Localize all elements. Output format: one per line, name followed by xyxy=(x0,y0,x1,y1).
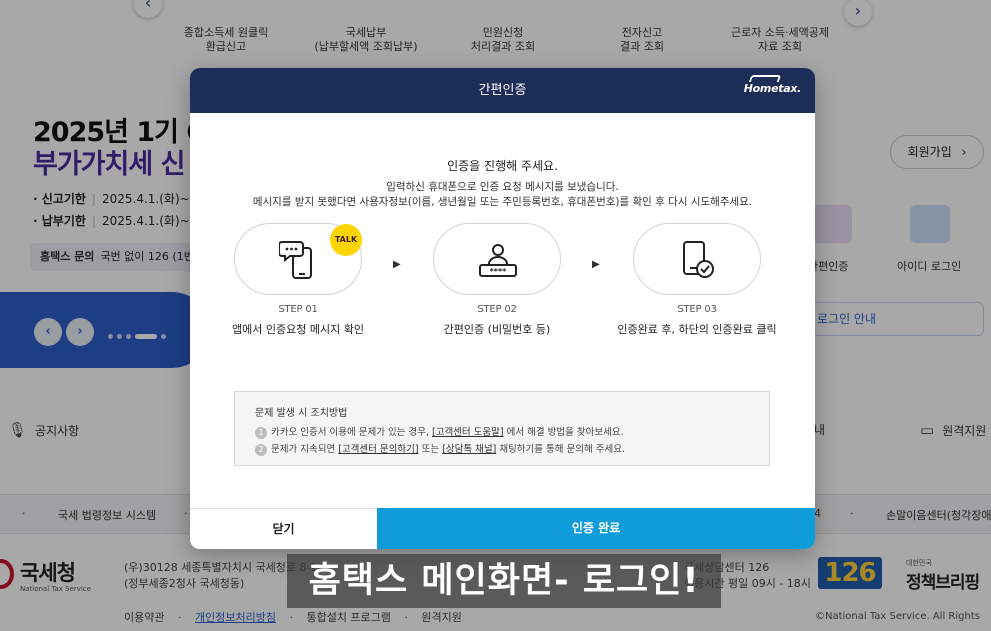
step3-description: 인증완료 후, 하단의 인증완료 클릭 xyxy=(617,323,777,336)
step-arrow-icon: ▶ xyxy=(592,259,600,270)
phone-check-icon xyxy=(683,241,714,278)
help-center-guide-link[interactable]: [고객센터 도움말] xyxy=(432,427,504,438)
phone-chat-icon xyxy=(279,241,312,279)
step2-pill: **** xyxy=(433,223,561,295)
troubleshooting-title: 문제 발생 시 조치방법 xyxy=(255,408,348,419)
hometax-logo: Hometax. xyxy=(744,75,801,95)
svg-text:****: **** xyxy=(490,267,508,276)
step1-description: 앱에서 인증요청 메시지 확인 xyxy=(232,323,364,336)
close-button[interactable]: 닫기 xyxy=(190,508,377,549)
help-center-inquiry-link[interactable]: [고객센터 문의하기] xyxy=(338,444,418,455)
modal-header: 간편인증 Hometax. xyxy=(190,68,815,113)
auth-message-body: 입력하신 휴대폰으로 인증 요청 메시지를 보냈습니다. 메시지를 받지 못했다… xyxy=(252,181,753,208)
step2-number: STEP 02 xyxy=(477,304,517,315)
modal-title: 간편인증 xyxy=(478,83,527,98)
simple-auth-modal: 간편인증 Hometax. 인증을 진행해 주세요. 입력하신 휴대폰으로 인증… xyxy=(190,68,815,549)
step1-number: STEP 01 xyxy=(278,304,318,315)
step2-description: 간편인증 (비밀번호 등) xyxy=(443,323,551,336)
house-roof-icon xyxy=(748,75,782,82)
step3-number: STEP 03 xyxy=(677,304,717,315)
troubleshooting-item-2: 2 문제가 지속되면 [고객센터 문의하기] 또는 [상담톡 채널] 채팅하기를 … xyxy=(255,441,625,456)
user-password-icon: **** xyxy=(479,244,517,277)
step-arrow-icon: ▶ xyxy=(393,259,401,270)
kakao-talk-badge: TALK xyxy=(330,224,362,256)
auth-message-title: 인증을 진행해 주세요. xyxy=(447,159,558,173)
troubleshooting-item-1: 1 카카오 인증서 이용에 문제가 있는 경우, [고객센터 도움말] 에서 해결… xyxy=(255,424,624,439)
video-caption: 홈택스 메인화면- 로그인! xyxy=(287,554,721,608)
chat-channel-link[interactable]: [상담톡 채널] xyxy=(442,444,496,455)
auth-complete-button[interactable]: 인증 완료 xyxy=(377,508,815,549)
step3-pill xyxy=(633,223,761,295)
troubleshooting-box: 문제 발생 시 조치방법 1 카카오 인증서 이용에 문제가 있는 경우, [고객… xyxy=(234,391,770,466)
